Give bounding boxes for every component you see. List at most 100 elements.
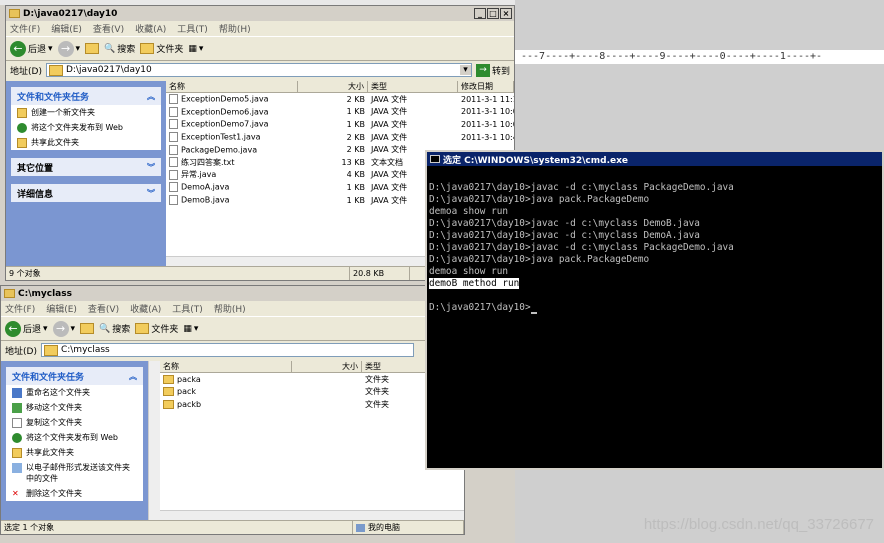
column-name[interactable]: 名称: [166, 81, 298, 92]
folders-button[interactable]: 文件夹: [140, 42, 183, 55]
file-row[interactable]: ExceptionDemo7.java 1 KB JAVA 文件 2011-3-1 1…: [166, 118, 514, 131]
column-size[interactable]: 大小: [298, 81, 368, 92]
forward-button[interactable]: → ▾: [52, 320, 75, 337]
collapse-icon[interactable]: ︽: [129, 371, 137, 382]
menu-favorites[interactable]: 收藏(A): [135, 22, 166, 35]
file-row[interactable]: ExceptionDemo6.java 1 KB JAVA 文件 2011-3-1 1…: [166, 106, 514, 119]
text-file-icon: [169, 157, 178, 168]
status-bar: 选定 1 个对象 我的电脑: [1, 520, 464, 534]
expand-icon[interactable]: ︾: [147, 188, 155, 199]
back-button[interactable]: ← 后退 ▾: [10, 40, 53, 57]
menu-help[interactable]: 帮助(H): [214, 302, 246, 315]
window-title-bar[interactable]: C:\myclass: [1, 286, 464, 301]
maximize-button[interactable]: □: [487, 8, 499, 19]
window-title-bar[interactable]: D:\java0217\day10 _ □ ×: [6, 6, 514, 21]
folder-row[interactable]: packa 文件夹: [160, 373, 464, 386]
cmd-icon: [430, 155, 440, 163]
cmd-output[interactable]: D:\java0217\day10>javac -d c:\myclass Pa…: [427, 166, 882, 314]
search-button[interactable]: 🔍 搜索: [99, 322, 130, 336]
horizontal-scrollbar[interactable]: [160, 510, 464, 520]
views-button[interactable]: ▦ ▾: [188, 44, 203, 54]
menu-favorites[interactable]: 收藏(A): [130, 302, 161, 315]
forward-arrow-icon: →: [57, 40, 74, 57]
folder-row[interactable]: packb 文件夹: [160, 398, 464, 411]
copy-icon: [12, 418, 22, 428]
back-arrow-icon: ←: [10, 40, 26, 57]
cmd-selected-text[interactable]: demoB method run: [429, 278, 520, 289]
collapse-icon[interactable]: ︽: [147, 91, 155, 102]
menu-file[interactable]: 文件(F): [5, 302, 35, 315]
close-button[interactable]: ×: [500, 8, 512, 19]
menu-bar: 文件(F) 编辑(E) 查看(V) 收藏(A) 工具(T) 帮助(H): [6, 21, 514, 36]
folders-button[interactable]: 文件夹: [135, 322, 178, 335]
task-label: 以电子邮件形式发送该文件夹中的文件: [26, 463, 130, 483]
address-input[interactable]: D:\java0217\day10 ▾: [45, 63, 472, 77]
back-button[interactable]: ← 后退 ▾: [5, 320, 48, 337]
column-size[interactable]: 大小: [292, 361, 362, 372]
task-delete[interactable]: ✕ 删除这个文件夹: [6, 486, 143, 501]
computer-icon: [356, 523, 365, 532]
task-section-details: 详细信息 ︾: [11, 184, 161, 202]
file-date: 2011-3-1 11:1: [461, 94, 514, 104]
folder-icon: [163, 399, 174, 409]
views-icon: ▦: [183, 323, 192, 334]
folders-label: 文件夹: [151, 325, 179, 335]
task-label: 创建一个新文件夹: [31, 108, 95, 117]
menu-view[interactable]: 查看(V): [88, 302, 119, 315]
expand-icon[interactable]: ︾: [147, 162, 155, 173]
status-location: 我的电脑: [353, 521, 464, 534]
explorer-window-myclass[interactable]: C:\myclass 文件(F) 编辑(E) 查看(V) 收藏(A) 工具(T)…: [0, 285, 465, 535]
file-date: 2011-3-1 10:0: [461, 119, 514, 129]
task-move[interactable]: 移动这个文件夹: [6, 400, 143, 415]
menu-view[interactable]: 查看(V): [93, 22, 124, 35]
cmd-line: D:\java0217\day10>javac -d c:\myclass De…: [429, 230, 700, 241]
go-arrow-icon: →: [475, 63, 490, 77]
cmd-window[interactable]: 选定 C:\WINDOWS\system32\cmd.exe D:\java02…: [425, 150, 884, 470]
minimize-button[interactable]: _: [474, 8, 486, 19]
task-share-folder[interactable]: 共享此文件夹: [11, 135, 161, 150]
forward-button[interactable]: → ▾: [57, 40, 80, 57]
task-publish-web[interactable]: 将这个文件夹发布到 Web: [11, 120, 161, 135]
task-email[interactable]: 以电子邮件形式发送该文件夹中的文件: [6, 460, 143, 486]
column-name[interactable]: 名称: [160, 361, 292, 372]
menu-edit[interactable]: 编辑(E): [46, 302, 77, 315]
up-button[interactable]: [80, 323, 95, 334]
task-share[interactable]: 共享此文件夹: [6, 445, 143, 460]
column-date[interactable]: 修改日期: [458, 81, 514, 92]
address-dropdown-icon[interactable]: ▾: [459, 65, 471, 75]
watermark: https://blog.csdn.net/qq_33726677: [643, 516, 874, 533]
file-type: JAVA 文件: [371, 132, 408, 142]
window-title: D:\java0217\day10: [23, 8, 118, 19]
task-label: 共享此文件夹: [31, 138, 79, 147]
menu-tools[interactable]: 工具(T): [172, 302, 203, 315]
task-publish-web[interactable]: 将这个文件夹发布到 Web: [6, 430, 143, 445]
folder-row[interactable]: pack 文件夹: [160, 386, 464, 399]
up-folder-icon: [80, 323, 95, 334]
task-section-header[interactable]: 详细信息 ︾: [11, 184, 161, 202]
go-button[interactable]: → 转到: [475, 63, 510, 77]
search-button[interactable]: 🔍 搜索: [104, 42, 135, 56]
cmd-line: D:\java0217\day10>javac -d c:\myclass Pa…: [429, 182, 734, 193]
views-button[interactable]: ▦ ▾: [183, 324, 198, 334]
menu-edit[interactable]: 编辑(E): [51, 22, 82, 35]
file-row[interactable]: ExceptionTest1.java 2 KB JAVA 文件 2011-3-1 1…: [166, 131, 514, 144]
address-input[interactable]: C:\myclass: [40, 343, 414, 357]
task-rename[interactable]: 重命名这个文件夹: [6, 385, 143, 400]
task-section-header[interactable]: 文件和文件夹任务 ︽: [6, 367, 143, 385]
column-type[interactable]: 类型: [368, 81, 458, 92]
menu-help[interactable]: 帮助(H): [219, 22, 251, 35]
task-section-header[interactable]: 文件和文件夹任务 ︽: [11, 87, 161, 105]
task-section-title: 文件和文件夹任务: [12, 372, 85, 383]
task-pane-scrollbar[interactable]: [148, 361, 160, 520]
task-section-header[interactable]: 其它位置 ︾: [11, 158, 161, 176]
up-button[interactable]: [85, 43, 100, 54]
task-label: 复制这个文件夹: [26, 418, 82, 427]
task-new-folder[interactable]: 创建一个新文件夹: [11, 105, 161, 120]
menu-tools[interactable]: 工具(T): [177, 22, 208, 35]
file-list[interactable]: 名称 大小 类型 packa 文件夹 pack 文件夹 packb 文件夹: [160, 361, 464, 520]
cmd-title-bar[interactable]: 选定 C:\WINDOWS\system32\cmd.exe: [427, 152, 882, 166]
menu-file[interactable]: 文件(F): [10, 22, 40, 35]
task-label: 将这个文件夹发布到 Web: [26, 433, 118, 442]
task-copy[interactable]: 复制这个文件夹: [6, 415, 143, 430]
file-row[interactable]: ExceptionDemo5.java 2 KB JAVA 文件 2011-3-1 1…: [166, 93, 514, 106]
